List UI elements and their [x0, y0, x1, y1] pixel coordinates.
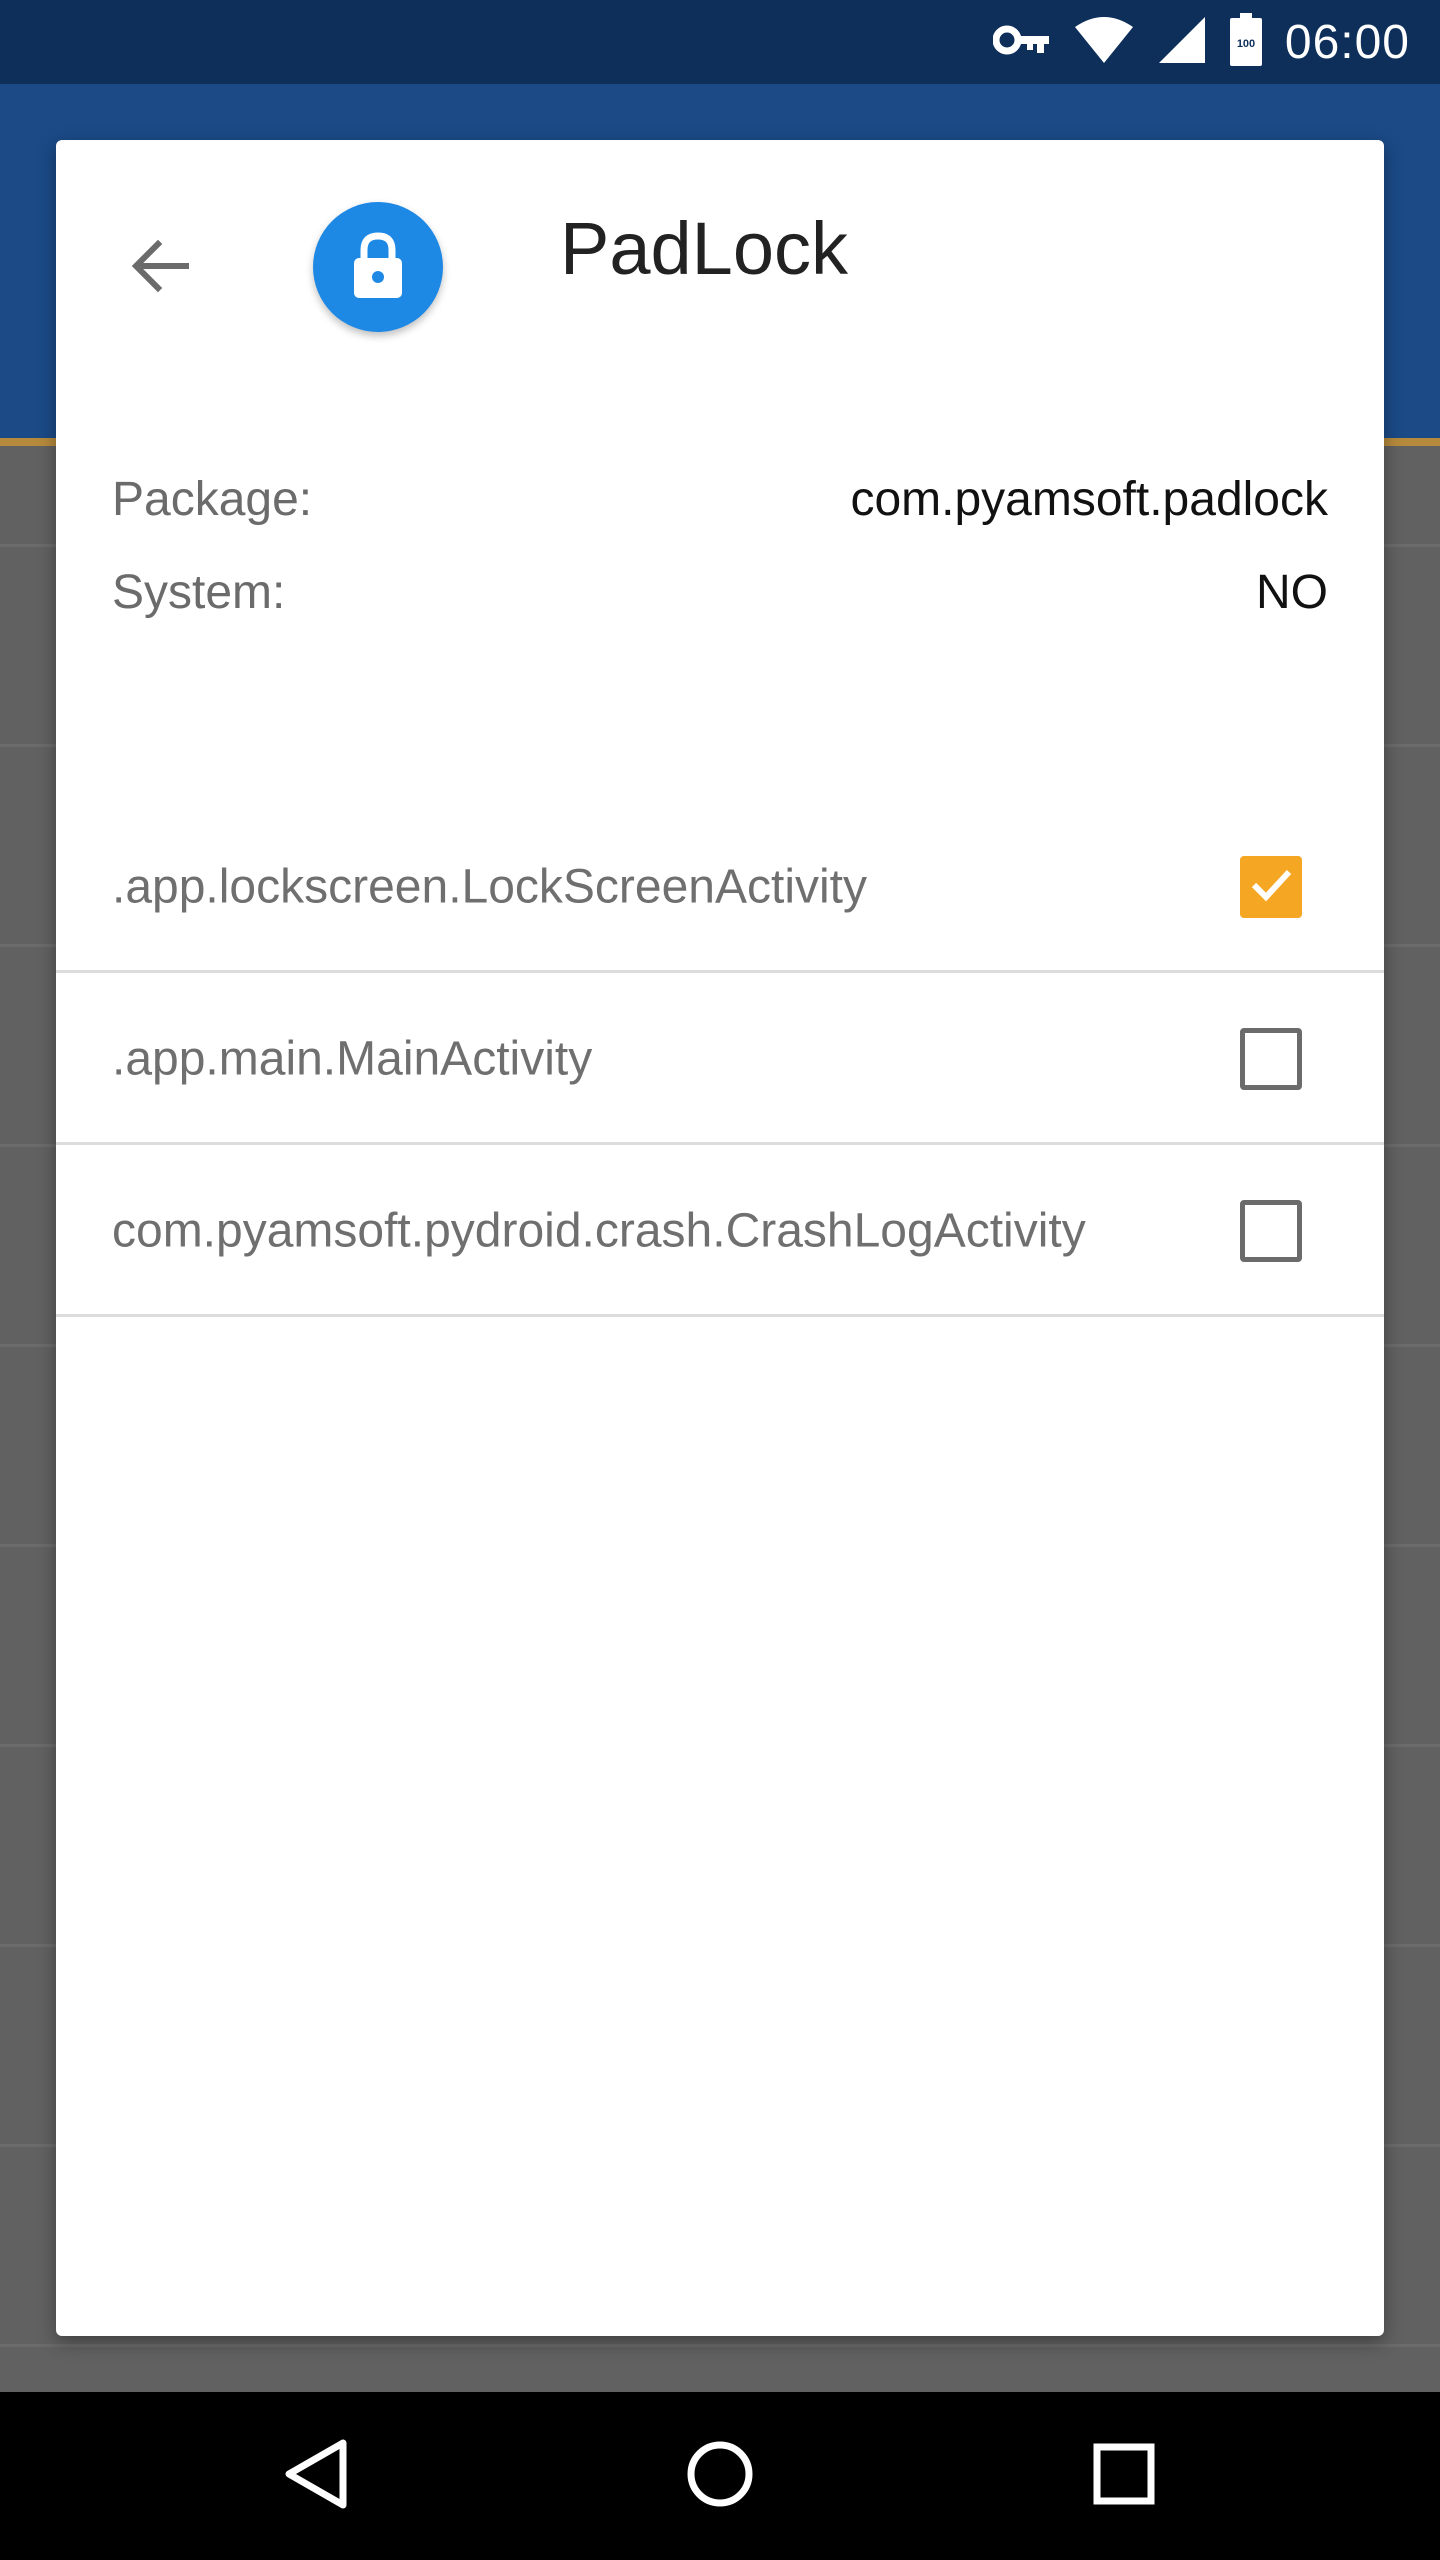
nav-home-button[interactable]: [670, 2426, 770, 2526]
nav-back-button[interactable]: [266, 2426, 366, 2526]
activity-row[interactable]: .app.lockscreen.LockScreenActivity: [56, 803, 1384, 973]
activity-row[interactable]: .app.main.MainActivity: [56, 975, 1384, 1145]
lock-icon: [348, 230, 408, 305]
vpn-key-icon: [992, 20, 1051, 65]
nav-recents-button[interactable]: [1074, 2426, 1174, 2526]
package-label: Package:: [112, 473, 313, 526]
status-time: 06:00: [1284, 15, 1410, 69]
system-value: NO: [1256, 566, 1328, 619]
back-button[interactable]: [112, 220, 208, 316]
system-row: System: NO: [112, 565, 1328, 620]
lock-checkbox[interactable]: [1240, 855, 1302, 918]
package-row: Package: com.pyamsoft.padlock: [112, 472, 1328, 527]
status-bar: 100 06:00: [0, 0, 1440, 84]
navigation-bar: [0, 2392, 1440, 2560]
back-icon: [281, 2437, 351, 2516]
system-label: System:: [112, 566, 286, 619]
dialog-title: PadLock: [560, 207, 848, 290]
battery-icon: 100: [1229, 12, 1263, 72]
check-icon: [1248, 861, 1294, 912]
activity-name: com.pyamsoft.pydroid.crash.CrashLogActiv…: [112, 1204, 1086, 1257]
activity-name: .app.main.MainActivity: [112, 1032, 593, 1085]
lock-checkbox[interactable]: [1240, 1199, 1302, 1262]
package-value: com.pyamsoft.padlock: [850, 473, 1328, 526]
lock-checkbox[interactable]: [1240, 1027, 1302, 1090]
home-icon: [685, 2439, 755, 2514]
app-detail-dialog: PadLock Package: com.pyamsoft.padlock Sy…: [56, 140, 1384, 2336]
app-icon: [313, 202, 443, 332]
wifi-icon: [1073, 15, 1135, 70]
arrow-back-icon: [128, 234, 192, 303]
recents-icon: [1092, 2442, 1156, 2511]
battery-level: 100: [1237, 38, 1255, 50]
activity-row[interactable]: com.pyamsoft.pydroid.crash.CrashLogActiv…: [56, 1147, 1384, 1317]
activity-name: .app.lockscreen.LockScreenActivity: [112, 860, 868, 913]
cell-signal-icon: [1157, 15, 1207, 70]
